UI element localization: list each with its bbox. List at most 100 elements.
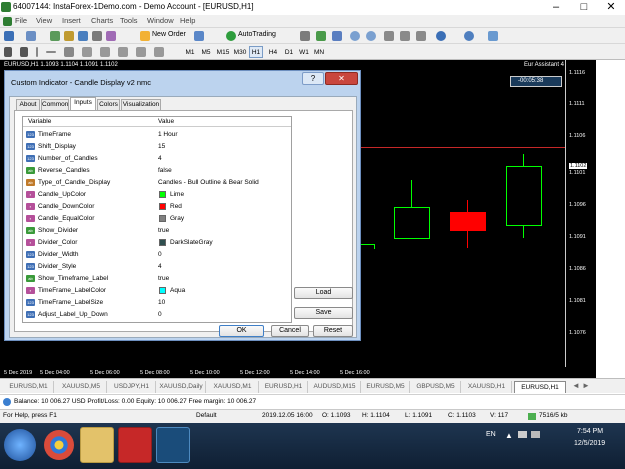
indicators-icon[interactable] — [436, 31, 446, 41]
tf-m1[interactable]: M1 — [183, 46, 197, 58]
candlestick-icon[interactable] — [316, 31, 326, 41]
parameter-value[interactable]: Gray — [170, 215, 184, 222]
close-button[interactable]: ✕ — [597, 0, 625, 15]
tab-common[interactable]: Common — [41, 99, 69, 110]
file-explorer-icon[interactable] — [80, 427, 114, 463]
tf-m15[interactable]: M15 — [215, 46, 231, 58]
chart-tab-2[interactable]: USDJPY,H1 — [108, 381, 156, 393]
volume-icon[interactable] — [531, 431, 540, 438]
maximize-button[interactable]: □ — [570, 0, 598, 15]
parameter-row[interactable]: ▪ Divider_Color DarkSlateGray — [23, 237, 291, 249]
chart-tab-6[interactable]: AUDUSD,M15 — [309, 381, 361, 393]
autotrading-button[interactable]: AutoTrading — [238, 31, 276, 38]
market-watch-icon[interactable] — [50, 31, 60, 41]
tab-about[interactable]: About — [16, 99, 40, 110]
zoom-out-icon[interactable] — [366, 31, 376, 41]
parameter-row[interactable]: ▪ Candle_EqualColor Gray — [23, 213, 291, 225]
color-swatch[interactable] — [159, 215, 166, 222]
arrows-icon[interactable] — [154, 47, 164, 57]
tab-visualization[interactable]: Visualization — [121, 99, 161, 110]
terminal-app-icon[interactable] — [118, 427, 152, 463]
parameter-value[interactable]: false — [158, 167, 172, 174]
parameter-value[interactable]: 4 — [158, 155, 162, 162]
menu-tools[interactable]: Tools — [120, 16, 138, 25]
parameter-row[interactable]: ab Show_Divider true — [23, 225, 291, 237]
parameter-value[interactable]: Candles - Bull Outline & Bear Solid — [158, 179, 259, 186]
tf-m5[interactable]: M5 — [199, 46, 213, 58]
tab-colors[interactable]: Colors — [97, 99, 120, 110]
chart-tab-7[interactable]: EURUSD,M5 — [362, 381, 410, 393]
parameter-value[interactable]: 0 — [158, 311, 162, 318]
parameter-value[interactable]: Red — [170, 203, 182, 210]
status-profile[interactable]: Default — [196, 412, 217, 419]
language-indicator[interactable]: EN — [486, 431, 496, 438]
tf-h4[interactable]: H4 — [266, 46, 280, 58]
parameter-row[interactable]: 123 Divider_Width 0 — [23, 249, 291, 261]
navigator-icon[interactable] — [78, 31, 88, 41]
color-swatch[interactable] — [159, 287, 166, 294]
parameter-row[interactable]: 123 Divider_Style 4 — [23, 261, 291, 273]
text-tool-icon[interactable] — [118, 47, 128, 57]
color-swatch[interactable] — [159, 239, 166, 246]
tf-d1[interactable]: D1 — [282, 46, 296, 58]
parameter-row[interactable]: ▪ Candle_UpColor Lime — [23, 189, 291, 201]
parameter-row[interactable]: 123 TimeFrame 1 Hour — [23, 129, 291, 141]
save-button[interactable]: Save — [294, 307, 353, 319]
chart-tab-1[interactable]: XAUUSD,M5 — [56, 381, 107, 393]
reset-button[interactable]: Reset — [313, 325, 353, 337]
chart-tab-0[interactable]: EURUSD,M1 — [4, 381, 54, 393]
autotrading-icon[interactable] — [226, 31, 236, 41]
data-window-icon[interactable] — [64, 31, 74, 41]
minimize-button[interactable]: – — [542, 0, 570, 15]
tray-expand-icon[interactable]: ▲ — [505, 431, 513, 440]
parameter-row[interactable]: 123 TimeFrame_LabelSize 10 — [23, 297, 291, 309]
parameter-value[interactable]: 15 — [158, 143, 165, 150]
parameter-value[interactable]: true — [158, 227, 169, 234]
channel-icon[interactable] — [82, 47, 92, 57]
load-button[interactable]: Load — [294, 287, 353, 299]
trendline-icon[interactable] — [64, 47, 74, 57]
parameter-row[interactable]: ab Type_of_Candle_Display Candles - Bull O… — [23, 177, 291, 189]
tf-h1[interactable]: H1 — [249, 46, 263, 58]
tab-scroll-left-icon[interactable]: ◄ — [572, 381, 580, 390]
cursor-icon[interactable] — [4, 47, 12, 57]
horizontal-line-icon[interactable] — [46, 51, 56, 53]
terminal-icon[interactable] — [92, 31, 102, 41]
bar-chart-icon[interactable] — [300, 31, 310, 41]
start-button-icon[interactable] — [4, 429, 36, 461]
vertical-line-icon[interactable] — [36, 47, 38, 57]
chart-tab-3[interactable]: XAUUSD,Daily — [157, 381, 206, 393]
chart-tab-active[interactable]: EURUSD,H1 — [514, 381, 566, 393]
text-label-icon[interactable] — [136, 47, 146, 57]
new-order-button[interactable]: New Order — [152, 31, 186, 38]
dialog-close-button[interactable]: ✕ — [325, 72, 358, 85]
fibonacci-icon[interactable] — [100, 47, 110, 57]
parameter-row[interactable]: ab Show_Timeframe_Label true — [23, 273, 291, 285]
menu-insert[interactable]: Insert — [62, 16, 81, 25]
new-order-icon[interactable] — [140, 31, 150, 41]
chart-tab-4[interactable]: XAUUSD,M1 — [207, 381, 259, 393]
chart-shift-icon[interactable] — [400, 31, 410, 41]
chart-tab-5[interactable]: EURUSD,H1 — [260, 381, 308, 393]
parameter-row[interactable]: ▪ Candle_DownColor Red — [23, 201, 291, 213]
tile-windows-icon[interactable] — [384, 31, 394, 41]
chrome-icon[interactable] — [44, 430, 74, 460]
crosshair-icon[interactable] — [20, 47, 28, 57]
parameter-value[interactable]: true — [158, 275, 169, 282]
menu-window[interactable]: Window — [147, 16, 174, 25]
color-swatch[interactable] — [159, 203, 166, 210]
tf-mn[interactable]: MN — [312, 46, 326, 58]
menu-file[interactable]: File — [15, 16, 27, 25]
parameter-value[interactable]: 10 — [158, 299, 165, 306]
dialog-help-button[interactable]: ? — [302, 72, 324, 85]
cancel-button[interactable]: Cancel — [271, 325, 309, 337]
parameter-value[interactable]: Aqua — [170, 287, 185, 294]
chart-tab-8[interactable]: GBPUSD,M5 — [411, 381, 461, 393]
parameter-row[interactable]: 123 Shift_Display 15 — [23, 141, 291, 153]
ok-button[interactable]: OK — [219, 325, 264, 337]
tab-inputs[interactable]: Inputs — [70, 97, 96, 110]
periods-icon[interactable] — [464, 31, 474, 41]
metatrader-icon[interactable] — [156, 427, 190, 463]
line-chart-icon[interactable] — [332, 31, 342, 41]
tab-scroll-right-icon[interactable]: ► — [582, 381, 590, 390]
